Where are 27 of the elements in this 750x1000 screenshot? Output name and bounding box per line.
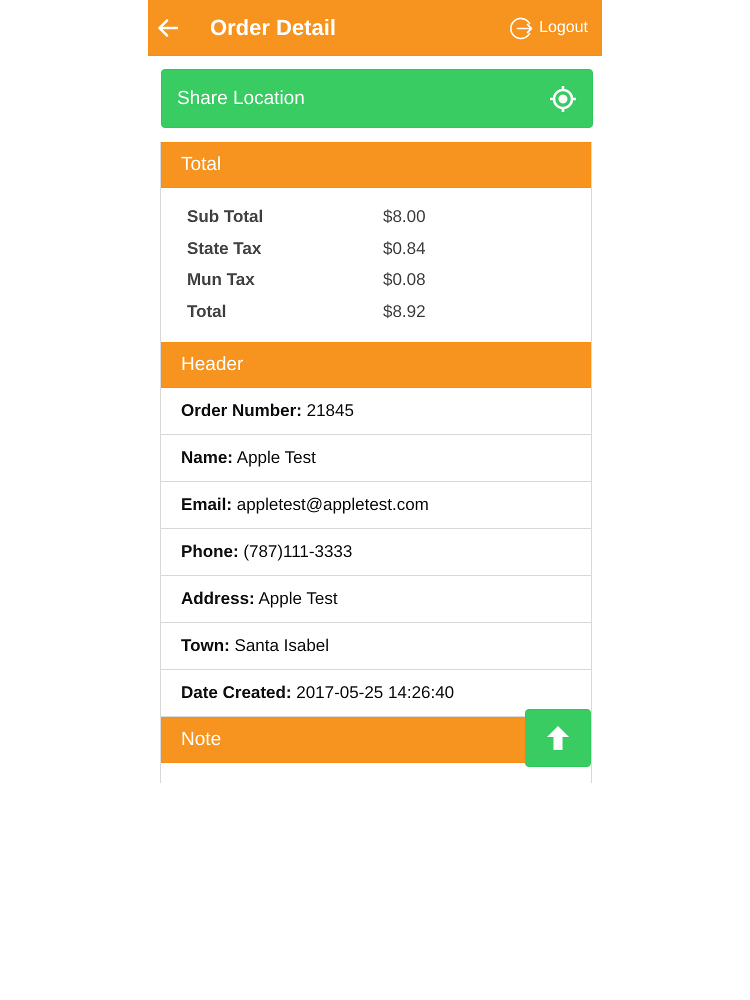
up-arrow-icon xyxy=(547,726,569,750)
total-value: $0.08 xyxy=(383,269,426,291)
back-arrow-icon xyxy=(158,19,178,37)
page-title: Order Detail xyxy=(210,15,337,41)
logout-button[interactable]: Logout xyxy=(510,16,588,40)
scroll-top-button[interactable] xyxy=(525,709,591,767)
section-title: Total xyxy=(181,154,222,176)
section-title: Header xyxy=(181,354,244,376)
detail-field: Name: Apple Test xyxy=(181,448,316,468)
total-value: $8.92 xyxy=(383,300,426,322)
total-label: Total xyxy=(187,300,226,322)
share-location-button[interactable]: Share Location xyxy=(161,69,593,128)
logout-icon xyxy=(510,16,534,40)
back-button[interactable] xyxy=(157,18,179,38)
location-target-icon xyxy=(549,84,577,112)
section-title: Note xyxy=(181,729,222,751)
total-label: Sub Total xyxy=(187,206,264,228)
total-value: $0.84 xyxy=(383,238,426,260)
total-label: State Tax xyxy=(187,238,262,260)
detail-field: Town: Santa Isabel xyxy=(181,636,330,656)
detail-field: Address: Apple Test xyxy=(181,589,338,609)
detail-field: Date Created: 2017-05-25 14:26:40 xyxy=(181,683,454,703)
detail-field: Order Number: 21845 xyxy=(181,401,354,421)
detail-field: Email: appletest@appletest.com xyxy=(181,495,429,515)
total-label: Mun Tax xyxy=(187,269,255,291)
detail-field: Phone: (787)111-3333 xyxy=(181,542,352,562)
total-value: $8.00 xyxy=(383,206,426,228)
